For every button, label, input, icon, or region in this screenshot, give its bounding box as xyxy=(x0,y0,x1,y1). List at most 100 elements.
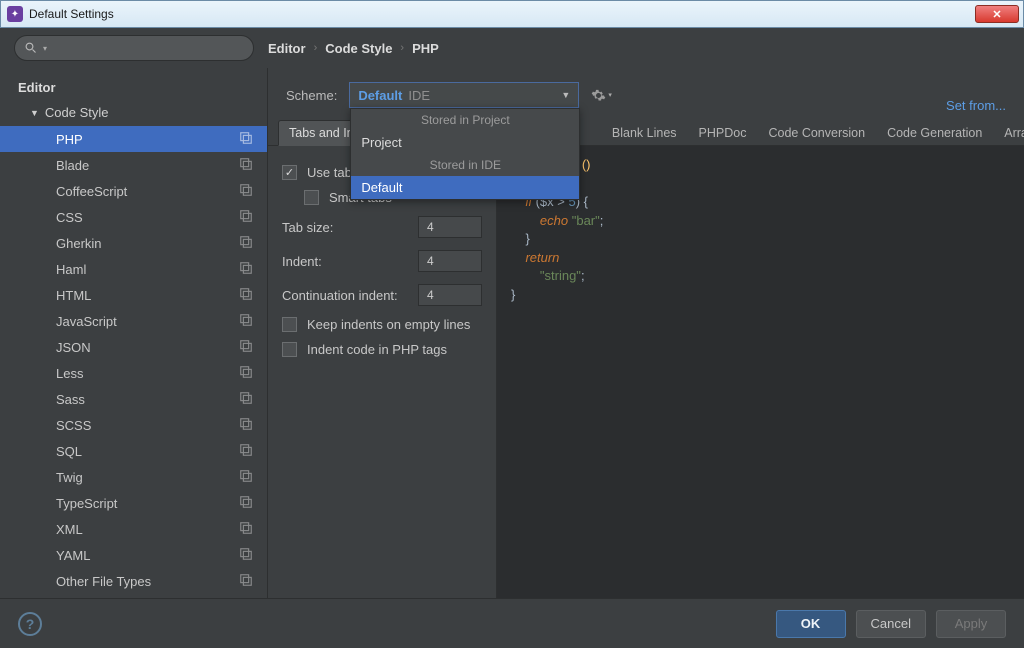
sidebar-group-codestyle[interactable]: ▼ Code Style xyxy=(0,101,267,126)
crumb-php[interactable]: PHP xyxy=(412,41,439,56)
tab-blank-lines[interactable]: Blank Lines xyxy=(601,120,688,145)
window-title: Default Settings xyxy=(29,7,114,21)
sidebar-item-json[interactable]: JSON xyxy=(0,334,267,360)
copy-icon xyxy=(239,313,253,330)
indent-input[interactable] xyxy=(418,250,482,272)
copy-icon xyxy=(239,339,253,356)
tab-size-label: Tab size: xyxy=(282,220,333,235)
triangle-down-icon: ▼ xyxy=(30,108,39,118)
scheme-select[interactable]: DefaultIDE ▼ Stored in Project Project S… xyxy=(349,82,579,108)
sidebar-item-sass[interactable]: Sass xyxy=(0,386,267,412)
sidebar-item-label: CSS xyxy=(56,210,83,225)
sidebar-item-label: JavaScript xyxy=(56,314,117,329)
tab-size-input[interactable] xyxy=(418,216,482,238)
scheme-suffix: IDE xyxy=(408,88,430,103)
tab-code-conversion[interactable]: Code Conversion xyxy=(757,120,876,145)
indent-php-checkbox[interactable] xyxy=(282,342,297,357)
sidebar-item-javascript[interactable]: JavaScript xyxy=(0,308,267,334)
scheme-label: Scheme: xyxy=(286,88,337,103)
sidebar-item-scss[interactable]: SCSS xyxy=(0,412,267,438)
crumb-editor[interactable]: Editor xyxy=(268,41,306,56)
gear-icon xyxy=(591,88,606,103)
cont-indent-input[interactable] xyxy=(418,284,482,306)
copy-icon xyxy=(239,183,253,200)
close-button[interactable]: ✕ xyxy=(975,5,1019,23)
cancel-button[interactable]: Cancel xyxy=(856,610,926,638)
chevron-down-icon: ▼ xyxy=(561,90,570,100)
sidebar-item-label: YAML xyxy=(56,548,90,563)
dropdown-item-default[interactable]: Default xyxy=(351,176,579,199)
dropdown-item-project[interactable]: Project xyxy=(351,131,579,154)
sidebar-item-yaml[interactable]: YAML xyxy=(0,542,267,568)
scheme-value: Default xyxy=(358,88,402,103)
sidebar-item-haml[interactable]: Haml xyxy=(0,256,267,282)
sidebar-item-other-file-types[interactable]: Other File Types xyxy=(0,568,267,594)
tab-arrangement[interactable]: Arrangement xyxy=(993,120,1024,145)
sidebar-item-label: Blade xyxy=(56,158,89,173)
sidebar-item-label: SQL xyxy=(56,444,82,459)
indent-form: Use tab character Smart tabs Tab size: I… xyxy=(268,146,496,598)
chevron-down-icon: ▾ xyxy=(608,91,612,99)
indent-label: Indent: xyxy=(282,254,322,269)
sidebar-item-label: Twig xyxy=(56,470,83,485)
chevron-down-icon: ▾ xyxy=(43,44,47,53)
help-button[interactable]: ? xyxy=(18,612,42,636)
app-icon xyxy=(7,6,23,22)
copy-icon xyxy=(239,131,253,148)
copy-icon xyxy=(239,391,253,408)
copy-icon xyxy=(239,547,253,564)
sidebar-item-gherkin[interactable]: Gherkin xyxy=(0,230,267,256)
keep-empty-label: Keep indents on empty lines xyxy=(307,317,470,332)
cont-indent-label: Continuation indent: xyxy=(282,288,398,303)
keep-empty-checkbox[interactable] xyxy=(282,317,297,332)
copy-icon xyxy=(239,235,253,252)
copy-icon xyxy=(239,443,253,460)
dropdown-header-project: Stored in Project xyxy=(351,109,579,131)
sidebar-item-label: Gherkin xyxy=(56,236,102,251)
smart-tabs-checkbox[interactable] xyxy=(304,190,319,205)
gear-button[interactable]: ▾ xyxy=(591,88,612,103)
sidebar-item-php[interactable]: PHP xyxy=(0,126,267,152)
copy-icon xyxy=(239,287,253,304)
sidebar-item-blade[interactable]: Blade xyxy=(0,152,267,178)
dropdown-header-ide: Stored in IDE xyxy=(351,154,579,176)
sidebar-item-coffeescript[interactable]: CoffeeScript xyxy=(0,178,267,204)
sidebar-item-xml[interactable]: XML xyxy=(0,516,267,542)
sidebar-item-twig[interactable]: Twig xyxy=(0,464,267,490)
apply-button[interactable]: Apply xyxy=(936,610,1006,638)
tab-phpdoc[interactable]: PHPDoc xyxy=(688,120,758,145)
crumb-codestyle[interactable]: Code Style xyxy=(325,41,392,56)
sidebar-item-label: HTML xyxy=(56,288,91,303)
chevron-right-icon: › xyxy=(314,42,318,54)
copy-icon xyxy=(239,417,253,434)
ok-button[interactable]: OK xyxy=(776,610,846,638)
set-from-link[interactable]: Set from... xyxy=(946,98,1006,113)
copy-icon xyxy=(239,495,253,512)
sidebar-item-label: TypeScript xyxy=(56,496,117,511)
sidebar-item-html[interactable]: HTML xyxy=(0,282,267,308)
sidebar-item-label: XML xyxy=(56,522,83,537)
sidebar-group-editor[interactable]: Editor xyxy=(0,72,267,101)
sidebar: Editor ▼ Code Style PHP Blade CoffeeScript… xyxy=(0,68,268,598)
copy-icon xyxy=(239,261,253,278)
sidebar-group-label: Code Style xyxy=(45,105,109,120)
sidebar-item-css[interactable]: CSS xyxy=(0,204,267,230)
copy-icon xyxy=(239,521,253,538)
sidebar-item-sql[interactable]: SQL xyxy=(0,438,267,464)
sidebar-item-label: SCSS xyxy=(56,418,91,433)
copy-icon xyxy=(239,209,253,226)
indent-php-label: Indent code in PHP tags xyxy=(307,342,447,357)
sidebar-item-label: JSON xyxy=(56,340,91,355)
sidebar-item-typescript[interactable]: TypeScript xyxy=(0,490,267,516)
scheme-dropdown: Stored in Project Project Stored in IDE … xyxy=(350,108,580,200)
use-tab-checkbox[interactable] xyxy=(282,165,297,180)
sidebar-item-less[interactable]: Less xyxy=(0,360,267,386)
sidebar-item-label: Haml xyxy=(56,262,86,277)
titlebar: Default Settings ✕ xyxy=(0,0,1024,28)
breadcrumb: Editor › Code Style › PHP xyxy=(268,41,439,56)
sidebar-item-label: Other File Types xyxy=(56,574,151,589)
sidebar-item-label: CoffeeScript xyxy=(56,184,127,199)
tab-code-generation[interactable]: Code Generation xyxy=(876,120,993,145)
copy-icon xyxy=(239,365,253,382)
search-input[interactable]: ▾ xyxy=(14,35,254,61)
